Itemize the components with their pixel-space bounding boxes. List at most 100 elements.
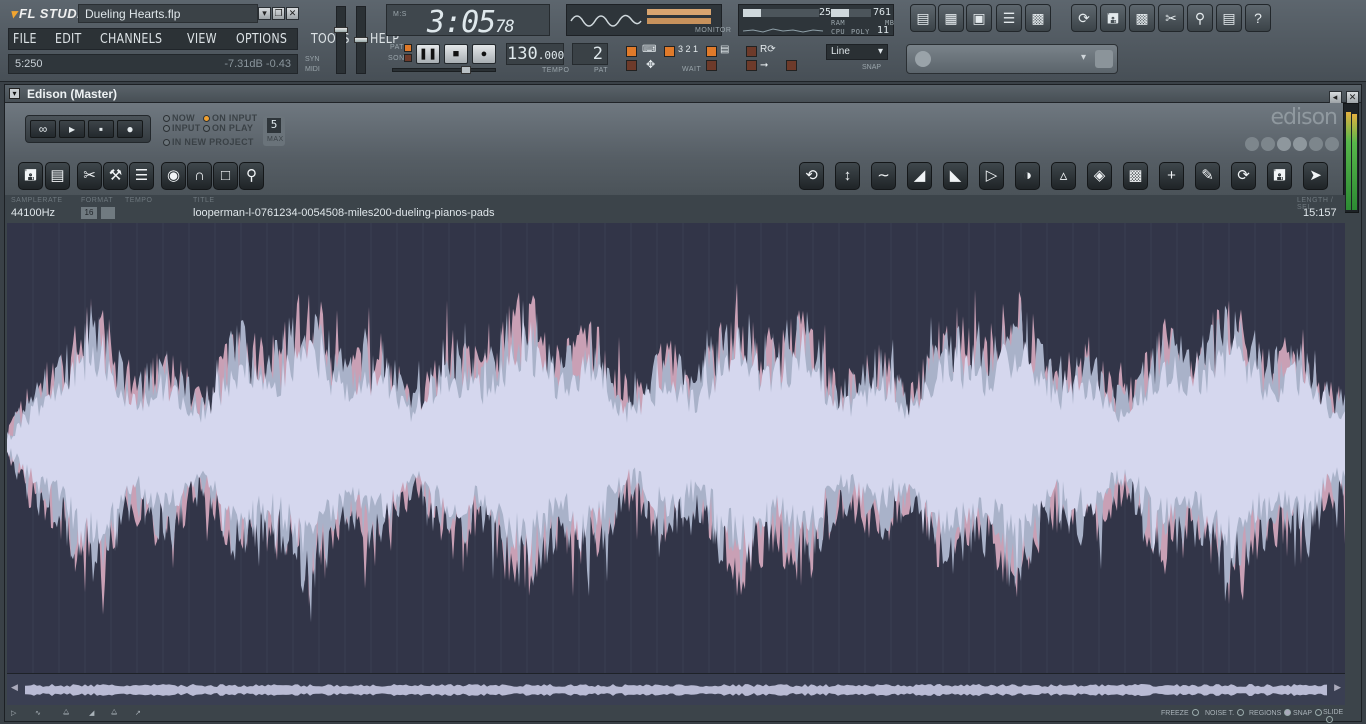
in-new-project-option[interactable]: IN NEW PROJECT bbox=[163, 137, 254, 147]
user-icon[interactable] bbox=[1095, 50, 1113, 68]
scroll-left-icon[interactable]: ◀ bbox=[11, 682, 18, 693]
pdc-toggle[interactable] bbox=[786, 60, 797, 71]
zoom-icon[interactable]: ⚲ bbox=[239, 162, 264, 190]
record-icon[interactable]: R⟳ bbox=[760, 44, 776, 55]
mixer-icon[interactable]: ▩ bbox=[1025, 4, 1051, 32]
blend-icon[interactable]: ✥ bbox=[646, 58, 655, 71]
loop-refresh-icon[interactable]: ⟳ bbox=[1231, 162, 1256, 190]
wave-icon[interactable]: ∿ bbox=[35, 709, 41, 717]
render-icon[interactable]: ▩ bbox=[1129, 4, 1155, 32]
normalize-icon[interactable]: ↕ bbox=[835, 162, 860, 190]
undo-icon[interactable]: ⟳ bbox=[1071, 4, 1097, 32]
edison-stop-button[interactable]: ▪ bbox=[88, 120, 114, 138]
play-icon[interactable]: ▷ bbox=[11, 709, 16, 717]
abc-list-icon[interactable]: ☰ bbox=[129, 162, 154, 190]
loop-button[interactable]: ∞ bbox=[30, 120, 56, 138]
pitch-icon[interactable] bbox=[1261, 137, 1275, 151]
record-button[interactable]: ● bbox=[472, 44, 496, 64]
collapse-icon[interactable]: ▾ bbox=[9, 88, 20, 99]
spectrum-icon[interactable] bbox=[1309, 137, 1323, 151]
menu-channels[interactable]: CHANNELS bbox=[100, 32, 162, 47]
save-sample-as-icon[interactable]: 🖪 bbox=[1267, 162, 1292, 190]
slide-toggle[interactable]: SLIDE bbox=[1323, 709, 1345, 724]
tempo-display[interactable]: 130.000 bbox=[506, 43, 564, 65]
song-position-display[interactable]: M:S 3:0578 bbox=[386, 4, 550, 40]
master-volume-slider[interactable] bbox=[334, 6, 348, 74]
menu-options[interactable]: OPTIONS bbox=[236, 32, 287, 47]
scroll-right-icon[interactable]: ▶ bbox=[1334, 682, 1341, 693]
save-icon[interactable]: 🖪 bbox=[1100, 4, 1126, 32]
step-sequencer-icon[interactable]: ▦ bbox=[938, 4, 964, 32]
online-browser-box[interactable]: ▾ bbox=[906, 44, 1118, 74]
scroll-toggle[interactable] bbox=[706, 60, 717, 71]
regions-toggle[interactable]: REGIONS bbox=[1249, 709, 1292, 717]
dial-icon[interactable]: ◑ bbox=[1015, 162, 1040, 190]
search-icon[interactable]: ⚲ bbox=[1187, 4, 1213, 32]
noise-threshold-toggle[interactable]: NOISE T. bbox=[1205, 709, 1245, 717]
playlist-arrow-icon[interactable]: ➞ bbox=[760, 60, 768, 71]
close-button[interactable]: ✕ bbox=[286, 7, 299, 20]
edison-play-button[interactable]: ▸ bbox=[59, 120, 85, 138]
resize-icon[interactable]: ↗ bbox=[135, 709, 141, 717]
amp-icon[interactable]: ▵ bbox=[1051, 162, 1076, 190]
transport-slider[interactable] bbox=[392, 66, 496, 74]
playlist-icon[interactable]: ▤ bbox=[910, 4, 936, 32]
freeze-toggle[interactable]: FREEZE bbox=[1161, 709, 1199, 717]
trim-icon[interactable]: ⧋ bbox=[63, 709, 69, 717]
samplerate-value[interactable]: 44100Hz bbox=[11, 207, 55, 219]
pattern-display[interactable]: 2 bbox=[572, 43, 608, 65]
metronome-toggle[interactable] bbox=[626, 46, 637, 57]
stop-button[interactable]: ■ bbox=[444, 44, 468, 64]
project-name[interactable]: Dueling Hearts.flp bbox=[78, 4, 258, 23]
cut-icon[interactable]: ✂ bbox=[1158, 4, 1184, 32]
waveform-display[interactable] bbox=[7, 223, 1345, 673]
pencil-icon[interactable]: ✎ bbox=[1195, 162, 1220, 190]
menu-edit[interactable]: EDIT bbox=[55, 32, 82, 47]
rewind-icon[interactable]: ⟲ bbox=[799, 162, 824, 190]
browser-icon[interactable]: ☰ bbox=[996, 4, 1022, 32]
countdown-toggle[interactable] bbox=[664, 46, 675, 57]
piano-icon[interactable]: ▤ bbox=[720, 44, 729, 55]
left-arrow-icon[interactable] bbox=[1325, 137, 1339, 151]
add-marker-icon[interactable]: + bbox=[1159, 162, 1184, 190]
typing-keyboard-icon[interactable]: ⌨ bbox=[642, 44, 656, 55]
snap-toggle[interactable]: SNAP bbox=[1293, 709, 1323, 717]
master-pitch-slider[interactable] bbox=[354, 6, 368, 74]
max-length-control[interactable]: 5 MAX bbox=[263, 116, 285, 146]
piano-roll-icon[interactable]: ▣ bbox=[966, 4, 992, 32]
edison-record-button[interactable]: ● bbox=[117, 120, 143, 138]
sample-title[interactable]: looperman-l-0761234-0054508-miles200-due… bbox=[193, 207, 494, 219]
record-now-option[interactable]: NOW bbox=[163, 113, 195, 123]
menu-arrow-button[interactable]: ▾ bbox=[258, 7, 271, 20]
on-input-option[interactable]: ON INPUT bbox=[203, 113, 257, 123]
equalizer-icon[interactable]: ▩ bbox=[1123, 162, 1148, 190]
waveform-graphic[interactable] bbox=[7, 223, 1345, 673]
notes-icon[interactable]: ▤ bbox=[1216, 4, 1242, 32]
run-script-icon[interactable]: ▷ bbox=[979, 162, 1004, 190]
help-icon[interactable]: ? bbox=[1245, 4, 1271, 32]
tools-icon[interactable]: ⚒ bbox=[103, 162, 128, 190]
edit-scissors-icon[interactable]: ✂ bbox=[77, 162, 102, 190]
menu-view[interactable]: VIEW bbox=[187, 32, 217, 47]
fade-in-icon[interactable]: ◢ bbox=[907, 162, 932, 190]
record-input-option[interactable]: INPUT bbox=[163, 123, 201, 133]
drop-icon[interactable]: ◈ bbox=[1087, 162, 1112, 190]
format-channels-icon[interactable] bbox=[101, 207, 115, 219]
browser-dropdown-icon[interactable]: ▾ bbox=[1081, 52, 1086, 63]
select-icon[interactable]: □ bbox=[213, 162, 238, 190]
view-eye-icon[interactable]: ◉ bbox=[161, 162, 186, 190]
on-play-option[interactable]: ON PLAY bbox=[203, 123, 253, 133]
menu-file[interactable]: FILE bbox=[13, 32, 37, 47]
loop-record-toggle[interactable] bbox=[706, 46, 717, 57]
split-icon[interactable]: ⧋ bbox=[111, 709, 117, 717]
step-edit-toggle[interactable] bbox=[626, 60, 637, 71]
document-icon[interactable]: ▤ bbox=[45, 162, 70, 190]
pause-button[interactable]: ❚❚ bbox=[416, 44, 440, 64]
envelope-icon[interactable] bbox=[1293, 137, 1307, 151]
overview-scrollbar[interactable]: ◀ ▶ bbox=[7, 673, 1345, 705]
save-sample-icon[interactable]: 🖪 bbox=[18, 162, 43, 190]
fade-out-icon[interactable]: ◣ bbox=[943, 162, 968, 190]
magnet-icon[interactable]: ∩ bbox=[187, 162, 212, 190]
waveform-view-icon[interactable] bbox=[1277, 137, 1291, 151]
overdub-toggle[interactable] bbox=[746, 60, 757, 71]
